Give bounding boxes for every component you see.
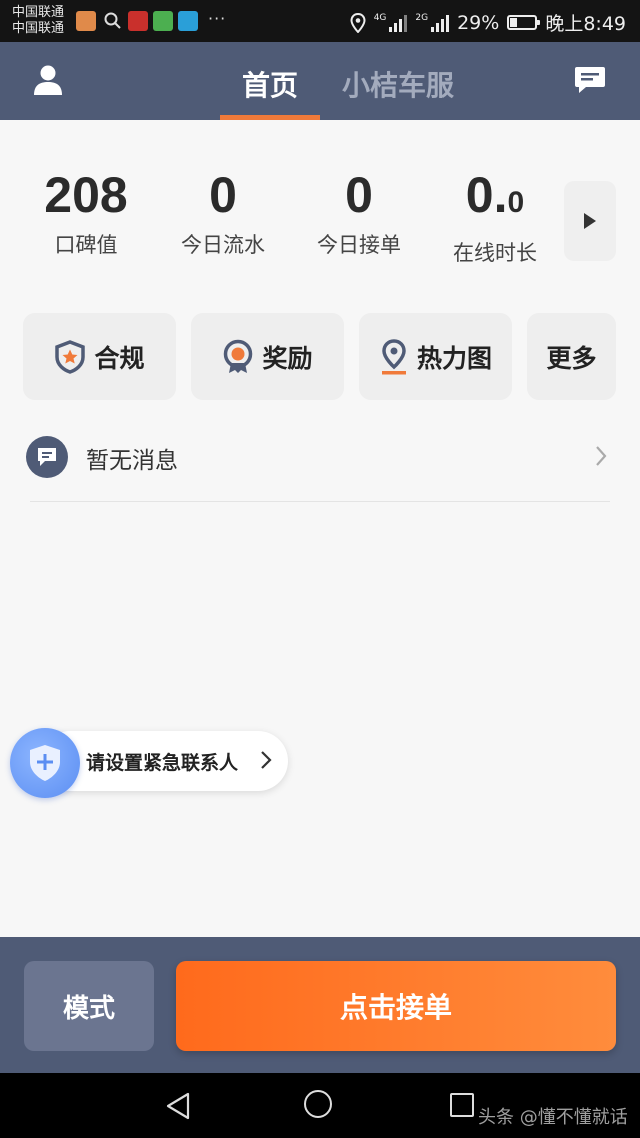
stat-value: 0: [345, 167, 373, 223]
bottom-action-bar: 模式 点击接单: [0, 937, 640, 1073]
stats-expand-button[interactable]: [564, 181, 616, 261]
carrier-2: 中国联通: [12, 21, 65, 36]
stats-row: 208 口碑值 0 今日流水 0 今日接单 0.0 在线时长: [0, 160, 560, 270]
system-nav-bar: 头条 @懂不懂就话: [0, 1073, 640, 1138]
chevron-right-icon: [261, 751, 272, 769]
stat-label: 口碑值: [54, 233, 118, 257]
compliance-button[interactable]: 合规: [23, 313, 176, 400]
stat-value: 0: [209, 167, 237, 223]
stat-label: 今日流水: [181, 233, 265, 257]
badge-shield-icon: [55, 339, 86, 374]
heatmap-button[interactable]: 热力图: [359, 313, 512, 400]
news-app-icon: [128, 11, 148, 31]
shield-plus-icon: [10, 728, 80, 798]
medal-icon: [224, 339, 253, 373]
play-arrow-icon: [584, 213, 596, 229]
battery-percent: 29%: [457, 11, 500, 34]
heatmap-label: 热力图: [416, 343, 492, 373]
battery-icon: [507, 15, 541, 30]
stat-online-time[interactable]: 0.0 在线时长: [427, 160, 563, 268]
tab-car-service[interactable]: 小桔车服: [342, 64, 454, 104]
messages-button[interactable]: [572, 62, 608, 98]
stat-value: 208: [44, 167, 128, 223]
carrier-1: 中国联通: [12, 5, 65, 20]
rewards-button[interactable]: 奖励: [191, 313, 344, 400]
telegram-icon: [178, 11, 198, 31]
stat-label: 今日接单: [317, 233, 401, 257]
recent-apps-icon[interactable]: [450, 1093, 474, 1117]
emergency-text: 请设置紧急联系人: [86, 752, 239, 774]
mode-button[interactable]: 模式: [24, 961, 154, 1051]
accept-orders-button[interactable]: 点击接单: [176, 961, 616, 1051]
compliance-label: 合规: [94, 343, 145, 373]
chat-icon: [575, 67, 605, 93]
message-row[interactable]: 暂无消息: [26, 436, 612, 478]
status-bar: 中国联通 中国联通 ··· 4G 2G 29% 晚上8:49: [0, 0, 640, 42]
stat-today-income[interactable]: 0 今日流水: [155, 160, 291, 260]
more-notifications-icon: ···: [208, 9, 227, 28]
person-icon: [34, 65, 62, 95]
message-text: 暂无消息: [86, 448, 178, 474]
app-header: 首页 小桔车服: [0, 42, 640, 120]
signal-2g-icon: 2G: [415, 13, 450, 32]
tab-home[interactable]: 首页: [242, 64, 298, 104]
stat-reputation[interactable]: 208 口碑值: [18, 160, 154, 260]
active-tab-indicator: [220, 115, 320, 120]
divider: [30, 501, 610, 502]
stat-label: 在线时长: [453, 241, 537, 265]
rewards-label: 奖励: [262, 343, 313, 373]
watermark-text: 头条 @懂不懂就话: [478, 1107, 628, 1128]
status-right: 4G 2G 29% 晚上8:49: [350, 9, 626, 36]
more-button[interactable]: 更多: [527, 313, 616, 400]
map-pin-icon: [381, 338, 406, 374]
emergency-contact-prompt[interactable]: 请设置紧急联系人: [10, 728, 288, 798]
carrier-labels: 中国联通 中国联通: [12, 5, 64, 37]
app-notification-icon: [76, 11, 96, 31]
stat-value: 0.0: [465, 167, 525, 223]
profile-button[interactable]: [30, 62, 66, 98]
more-label: 更多: [546, 343, 597, 373]
search-icon: [104, 12, 121, 29]
signal-4g-icon: 4G: [374, 13, 408, 32]
chevron-right-icon: [596, 446, 607, 466]
back-icon[interactable]: [164, 1091, 192, 1121]
clock: 晚上8:49: [545, 13, 626, 35]
play-store-icon: [153, 11, 173, 31]
home-icon[interactable]: [304, 1090, 332, 1118]
chat-bubble-icon: [26, 436, 68, 478]
location-icon: [350, 12, 366, 33]
stat-today-orders[interactable]: 0 今日接单: [291, 160, 427, 260]
